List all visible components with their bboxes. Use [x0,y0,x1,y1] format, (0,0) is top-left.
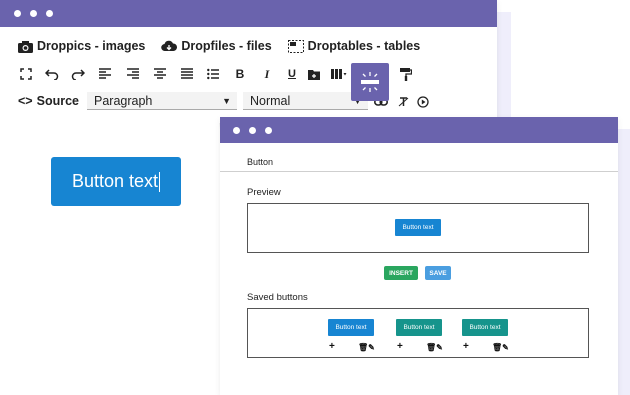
insert-button-tool[interactable] [351,63,389,101]
align-justify-icon[interactable] [179,66,195,82]
dialog-titlebar [220,117,618,143]
align-right-icon[interactable] [125,66,141,82]
camera-icon [18,40,33,53]
window-dot [14,10,21,17]
saved-button-label: Button text [403,324,435,331]
format-row: <> Source Paragraph ▼ Normal ▼ [18,92,478,112]
editor-titlebar [0,0,497,27]
folder-icon[interactable] [306,66,322,82]
window-dot [30,10,37,17]
fullscreen-icon[interactable] [18,66,34,82]
columns-icon[interactable] [331,66,347,82]
background-accent [618,129,630,381]
horizontal-rule-sparkle-icon [361,72,379,92]
italic-icon[interactable]: I [259,66,275,82]
canvas-button[interactable]: Button text [51,157,181,206]
saved-button-item: Button text + 🗑✎ [396,319,446,359]
cloud-download-icon [161,40,178,52]
dropfiles-button[interactable]: Dropfiles - files [161,39,272,53]
insert-button[interactable]: INSERT [384,266,418,280]
save-button[interactable]: SAVE [425,266,451,280]
divider [220,171,618,172]
undo-icon[interactable] [44,66,60,82]
add-icon[interactable]: + [463,341,469,352]
window-dot [46,10,53,17]
add-icon[interactable]: + [397,341,403,352]
save-button-label: SAVE [429,269,447,277]
button-dialog: Button Preview Button text INSERT SAVE S… [220,117,618,395]
window-dot [249,127,256,134]
redo-icon[interactable] [70,66,86,82]
window-dot [233,127,240,134]
dropfiles-label: Dropfiles - files [181,39,272,53]
delete-edit-icon[interactable]: 🗑✎ [426,343,443,352]
preview-button-label: Button text [402,224,434,231]
source-label: Source [36,94,79,108]
dropdown-caret-icon: ▼ [222,96,231,106]
saved-button[interactable]: Button text [462,319,508,336]
editor-window: Droppics - images Dropfiles - files Drop… [0,0,497,123]
saved-button[interactable]: Button text [396,319,442,336]
add-icon[interactable]: + [329,341,335,352]
delete-edit-icon[interactable]: 🗑✎ [492,343,509,352]
canvas-button-label: Button text [71,171,159,191]
droptables-label: Droptables - tables [307,39,421,53]
droptables-button[interactable]: Droptables - tables [287,39,421,53]
align-left-icon[interactable] [97,66,113,82]
code-icon: <> [18,94,33,108]
remove-format-icon[interactable] [395,94,411,110]
underline-icon[interactable]: U [284,66,300,82]
bullet-list-icon[interactable] [205,66,221,82]
source-button[interactable]: <> Source [18,94,79,108]
background-accent [497,12,511,117]
block-format-value: Paragraph [94,94,153,108]
saved-button[interactable]: Button text [328,319,374,336]
table-icon [287,39,304,53]
dialog-title: Button [247,157,274,167]
font-size-value: Normal [250,94,291,108]
delete-edit-icon[interactable]: 🗑✎ [358,343,375,352]
saved-buttons-label: Saved buttons [247,292,308,303]
saved-button-label: Button text [469,324,501,331]
saved-button-label: Button text [335,324,367,331]
preview-box: Button text [247,203,589,253]
plugin-toolbar: Droppics - images Dropfiles - files Drop… [18,39,436,53]
font-size-select[interactable]: Normal ▼ [243,92,368,110]
preview-label: Preview [247,187,281,198]
preview-button[interactable]: Button text [395,219,441,236]
droppics-button[interactable]: Droppics - images [18,39,145,53]
bold-icon[interactable]: B [232,66,248,82]
align-center-icon[interactable] [152,66,168,82]
saved-button-item: Button text + 🗑✎ [462,319,512,359]
insert-button-label: INSERT [389,269,413,277]
block-format-select[interactable]: Paragraph ▼ [87,92,237,110]
format-painter-icon[interactable] [398,66,414,82]
text-cursor [159,171,161,192]
media-play-icon[interactable] [415,94,431,110]
window-dot [265,127,272,134]
droppics-label: Droppics - images [37,39,146,53]
saved-button-item: Button text + 🗑✎ [328,319,378,359]
saved-buttons-box: Button text + 🗑✎ Button text + 🗑✎ Button… [247,308,589,358]
